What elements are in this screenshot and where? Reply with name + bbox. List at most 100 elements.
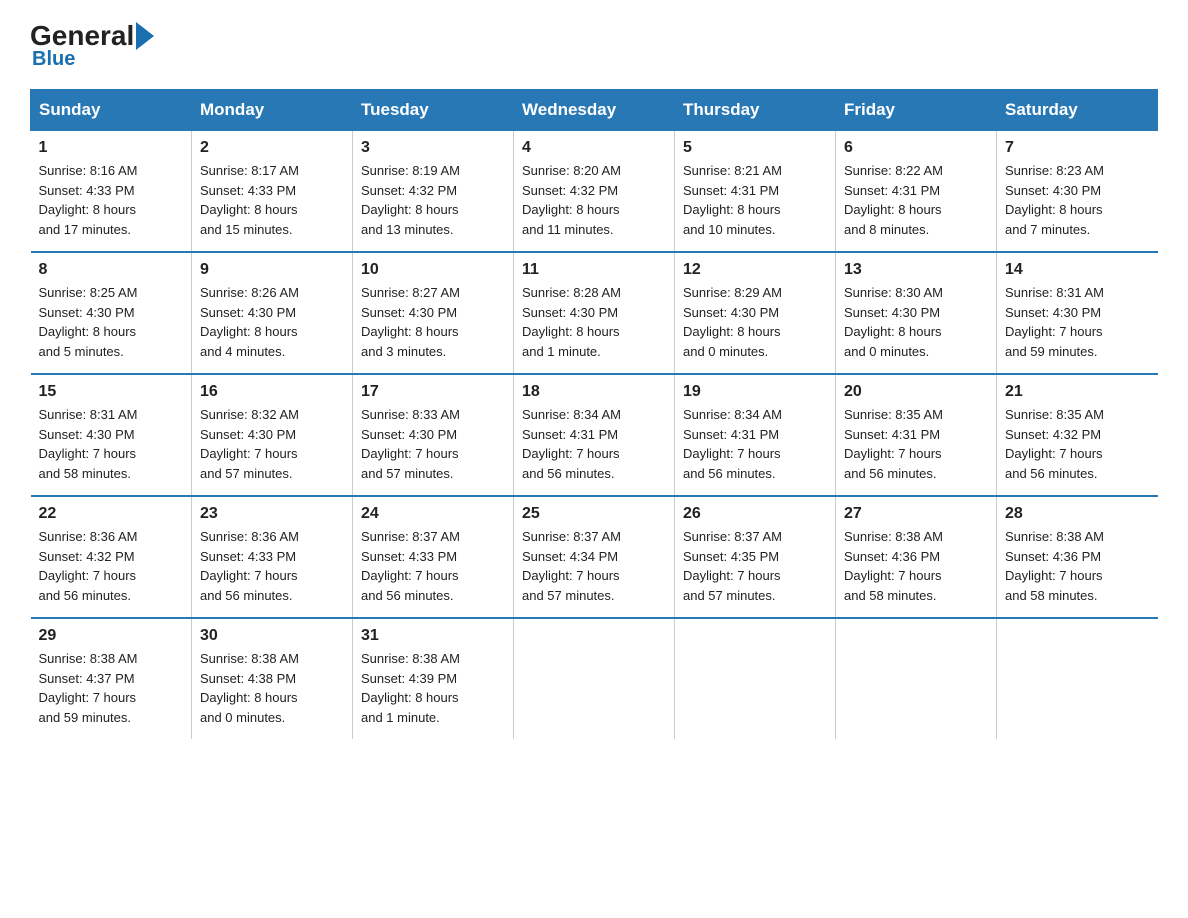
day-number: 11 <box>522 261 666 279</box>
calendar-cell: 6 Sunrise: 8:22 AMSunset: 4:31 PMDayligh… <box>836 131 997 253</box>
calendar-cell: 4 Sunrise: 8:20 AMSunset: 4:32 PMDayligh… <box>514 131 675 253</box>
day-info: Sunrise: 8:28 AMSunset: 4:30 PMDaylight:… <box>522 285 621 359</box>
day-info: Sunrise: 8:33 AMSunset: 4:30 PMDaylight:… <box>361 407 460 481</box>
calendar-cell: 3 Sunrise: 8:19 AMSunset: 4:32 PMDayligh… <box>353 131 514 253</box>
header-monday: Monday <box>192 90 353 131</box>
day-info: Sunrise: 8:31 AMSunset: 4:30 PMDaylight:… <box>39 407 138 481</box>
day-info: Sunrise: 8:36 AMSunset: 4:32 PMDaylight:… <box>39 529 138 603</box>
day-number: 5 <box>683 139 827 157</box>
calendar-cell: 26 Sunrise: 8:37 AMSunset: 4:35 PMDaylig… <box>675 496 836 618</box>
calendar-cell: 1 Sunrise: 8:16 AMSunset: 4:33 PMDayligh… <box>31 131 192 253</box>
day-info: Sunrise: 8:25 AMSunset: 4:30 PMDaylight:… <box>39 285 138 359</box>
day-info: Sunrise: 8:22 AMSunset: 4:31 PMDaylight:… <box>844 163 943 237</box>
day-info: Sunrise: 8:27 AMSunset: 4:30 PMDaylight:… <box>361 285 460 359</box>
day-info: Sunrise: 8:34 AMSunset: 4:31 PMDaylight:… <box>522 407 621 481</box>
day-number: 29 <box>39 627 184 645</box>
page-header: General Blue <box>30 20 1158 71</box>
day-info: Sunrise: 8:30 AMSunset: 4:30 PMDaylight:… <box>844 285 943 359</box>
day-number: 25 <box>522 505 666 523</box>
calendar-cell: 20 Sunrise: 8:35 AMSunset: 4:31 PMDaylig… <box>836 374 997 496</box>
header-tuesday: Tuesday <box>353 90 514 131</box>
day-info: Sunrise: 8:35 AMSunset: 4:31 PMDaylight:… <box>844 407 943 481</box>
week-row-5: 29 Sunrise: 8:38 AMSunset: 4:37 PMDaylig… <box>31 618 1158 739</box>
calendar-cell: 9 Sunrise: 8:26 AMSunset: 4:30 PMDayligh… <box>192 252 353 374</box>
day-number: 20 <box>844 383 988 401</box>
day-info: Sunrise: 8:38 AMSunset: 4:38 PMDaylight:… <box>200 651 299 725</box>
day-info: Sunrise: 8:16 AMSunset: 4:33 PMDaylight:… <box>39 163 138 237</box>
calendar-cell: 17 Sunrise: 8:33 AMSunset: 4:30 PMDaylig… <box>353 374 514 496</box>
calendar-cell <box>514 618 675 739</box>
header-saturday: Saturday <box>997 90 1158 131</box>
week-row-2: 8 Sunrise: 8:25 AMSunset: 4:30 PMDayligh… <box>31 252 1158 374</box>
day-info: Sunrise: 8:31 AMSunset: 4:30 PMDaylight:… <box>1005 285 1104 359</box>
calendar-cell: 12 Sunrise: 8:29 AMSunset: 4:30 PMDaylig… <box>675 252 836 374</box>
day-number: 13 <box>844 261 988 279</box>
day-info: Sunrise: 8:37 AMSunset: 4:35 PMDaylight:… <box>683 529 782 603</box>
calendar-cell <box>997 618 1158 739</box>
day-number: 23 <box>200 505 344 523</box>
calendar-cell: 13 Sunrise: 8:30 AMSunset: 4:30 PMDaylig… <box>836 252 997 374</box>
day-number: 28 <box>1005 505 1150 523</box>
calendar-cell: 7 Sunrise: 8:23 AMSunset: 4:30 PMDayligh… <box>997 131 1158 253</box>
calendar-cell: 11 Sunrise: 8:28 AMSunset: 4:30 PMDaylig… <box>514 252 675 374</box>
day-number: 12 <box>683 261 827 279</box>
calendar-cell: 22 Sunrise: 8:36 AMSunset: 4:32 PMDaylig… <box>31 496 192 618</box>
day-number: 8 <box>39 261 184 279</box>
day-info: Sunrise: 8:32 AMSunset: 4:30 PMDaylight:… <box>200 407 299 481</box>
day-info: Sunrise: 8:35 AMSunset: 4:32 PMDaylight:… <box>1005 407 1104 481</box>
calendar-cell <box>675 618 836 739</box>
day-number: 16 <box>200 383 344 401</box>
day-info: Sunrise: 8:26 AMSunset: 4:30 PMDaylight:… <box>200 285 299 359</box>
day-number: 22 <box>39 505 184 523</box>
calendar-cell: 14 Sunrise: 8:31 AMSunset: 4:30 PMDaylig… <box>997 252 1158 374</box>
day-number: 19 <box>683 383 827 401</box>
day-info: Sunrise: 8:17 AMSunset: 4:33 PMDaylight:… <box>200 163 299 237</box>
week-row-4: 22 Sunrise: 8:36 AMSunset: 4:32 PMDaylig… <box>31 496 1158 618</box>
calendar-cell: 10 Sunrise: 8:27 AMSunset: 4:30 PMDaylig… <box>353 252 514 374</box>
day-number: 1 <box>39 139 184 157</box>
day-number: 15 <box>39 383 184 401</box>
day-number: 6 <box>844 139 988 157</box>
day-number: 14 <box>1005 261 1150 279</box>
calendar-cell: 19 Sunrise: 8:34 AMSunset: 4:31 PMDaylig… <box>675 374 836 496</box>
logo-blue: Blue <box>32 48 75 71</box>
day-number: 18 <box>522 383 666 401</box>
day-number: 7 <box>1005 139 1150 157</box>
header-wednesday: Wednesday <box>514 90 675 131</box>
day-number: 3 <box>361 139 505 157</box>
calendar-cell: 16 Sunrise: 8:32 AMSunset: 4:30 PMDaylig… <box>192 374 353 496</box>
day-number: 9 <box>200 261 344 279</box>
calendar-header-row: SundayMondayTuesdayWednesdayThursdayFrid… <box>31 90 1158 131</box>
calendar-cell: 24 Sunrise: 8:37 AMSunset: 4:33 PMDaylig… <box>353 496 514 618</box>
day-info: Sunrise: 8:38 AMSunset: 4:39 PMDaylight:… <box>361 651 460 725</box>
logo: General Blue <box>30 20 156 71</box>
header-thursday: Thursday <box>675 90 836 131</box>
day-number: 27 <box>844 505 988 523</box>
calendar-cell: 21 Sunrise: 8:35 AMSunset: 4:32 PMDaylig… <box>997 374 1158 496</box>
day-info: Sunrise: 8:37 AMSunset: 4:33 PMDaylight:… <box>361 529 460 603</box>
day-number: 17 <box>361 383 505 401</box>
day-info: Sunrise: 8:36 AMSunset: 4:33 PMDaylight:… <box>200 529 299 603</box>
calendar-cell <box>836 618 997 739</box>
day-number: 30 <box>200 627 344 645</box>
day-number: 26 <box>683 505 827 523</box>
day-info: Sunrise: 8:38 AMSunset: 4:37 PMDaylight:… <box>39 651 138 725</box>
day-info: Sunrise: 8:34 AMSunset: 4:31 PMDaylight:… <box>683 407 782 481</box>
day-info: Sunrise: 8:37 AMSunset: 4:34 PMDaylight:… <box>522 529 621 603</box>
day-number: 21 <box>1005 383 1150 401</box>
day-number: 4 <box>522 139 666 157</box>
calendar-table: SundayMondayTuesdayWednesdayThursdayFrid… <box>30 89 1158 739</box>
calendar-cell: 5 Sunrise: 8:21 AMSunset: 4:31 PMDayligh… <box>675 131 836 253</box>
calendar-cell: 30 Sunrise: 8:38 AMSunset: 4:38 PMDaylig… <box>192 618 353 739</box>
day-info: Sunrise: 8:20 AMSunset: 4:32 PMDaylight:… <box>522 163 621 237</box>
calendar-cell: 29 Sunrise: 8:38 AMSunset: 4:37 PMDaylig… <box>31 618 192 739</box>
day-number: 31 <box>361 627 505 645</box>
calendar-cell: 27 Sunrise: 8:38 AMSunset: 4:36 PMDaylig… <box>836 496 997 618</box>
header-friday: Friday <box>836 90 997 131</box>
logo-arrow-icon <box>136 22 154 50</box>
calendar-cell: 8 Sunrise: 8:25 AMSunset: 4:30 PMDayligh… <box>31 252 192 374</box>
calendar-cell: 28 Sunrise: 8:38 AMSunset: 4:36 PMDaylig… <box>997 496 1158 618</box>
week-row-3: 15 Sunrise: 8:31 AMSunset: 4:30 PMDaylig… <box>31 374 1158 496</box>
day-info: Sunrise: 8:19 AMSunset: 4:32 PMDaylight:… <box>361 163 460 237</box>
calendar-cell: 31 Sunrise: 8:38 AMSunset: 4:39 PMDaylig… <box>353 618 514 739</box>
